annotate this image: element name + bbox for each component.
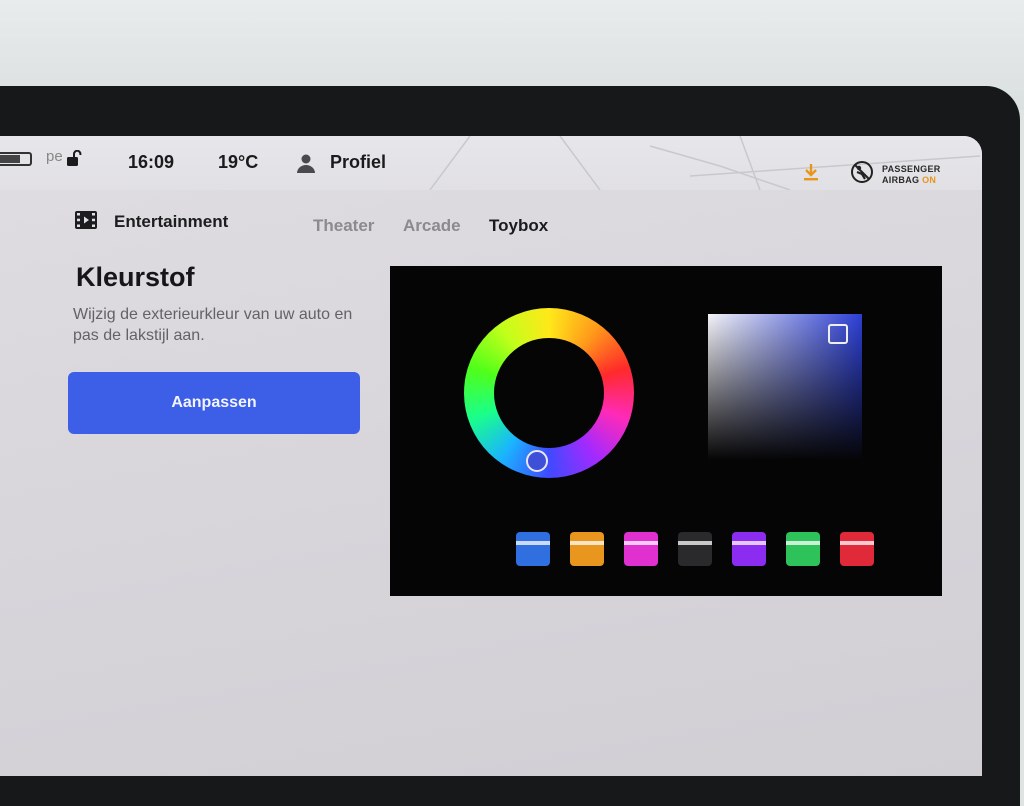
saturation-square[interactable] <box>708 314 862 460</box>
status-bar: pe 16:09 19°C Profiel PASSENGER AIRBAG O… <box>0 136 982 190</box>
profile-label[interactable]: Profiel <box>330 152 386 173</box>
airbag-label-1: PASSENGER <box>882 164 941 174</box>
airbag-state: ON <box>922 175 937 185</box>
unlock-icon[interactable] <box>66 150 82 166</box>
film-icon <box>75 211 97 229</box>
color-picker-panel <box>390 266 942 596</box>
swatch-orange[interactable] <box>570 532 604 566</box>
temperature: 19°C <box>218 152 259 172</box>
airbag-label-2: AIRBAG ON <box>882 175 936 185</box>
hue-wheel-center <box>494 338 604 448</box>
swatch-purple[interactable] <box>732 532 766 566</box>
swatch-blue[interactable] <box>516 532 550 566</box>
clock: 16:09 <box>128 152 175 172</box>
hue-handle[interactable] <box>526 450 548 472</box>
section-title: Entertainment <box>114 212 229 231</box>
swatch-red[interactable] <box>840 532 874 566</box>
hue-wheel[interactable] <box>464 308 634 478</box>
tab-toybox[interactable]: Toybox <box>489 216 548 236</box>
battery-text: pe <box>46 148 63 165</box>
airbag-icon <box>851 161 873 183</box>
profile-icon[interactable] <box>296 153 316 173</box>
screen: pe 16:09 19°C Profiel PASSENGER AIRBAG O… <box>0 136 982 776</box>
battery-icon <box>0 152 32 166</box>
download-icon[interactable] <box>802 162 820 182</box>
swatch-green[interactable] <box>786 532 820 566</box>
customize-button[interactable]: Aanpassen <box>68 372 360 434</box>
airbag-word: AIRBAG <box>882 175 920 185</box>
page-description: Wijzig de exterieurkleur van uw auto en … <box>73 306 353 344</box>
swatch-magenta[interactable] <box>624 532 658 566</box>
tab-theater[interactable]: Theater <box>313 216 374 236</box>
tab-arcade[interactable]: Arcade <box>403 216 461 236</box>
saturation-handle[interactable] <box>828 324 848 344</box>
swatch-black[interactable] <box>678 532 712 566</box>
page-title: Kleurstof <box>76 262 195 292</box>
passenger-airbag-indicator: PASSENGER AIRBAG ON <box>850 156 954 186</box>
